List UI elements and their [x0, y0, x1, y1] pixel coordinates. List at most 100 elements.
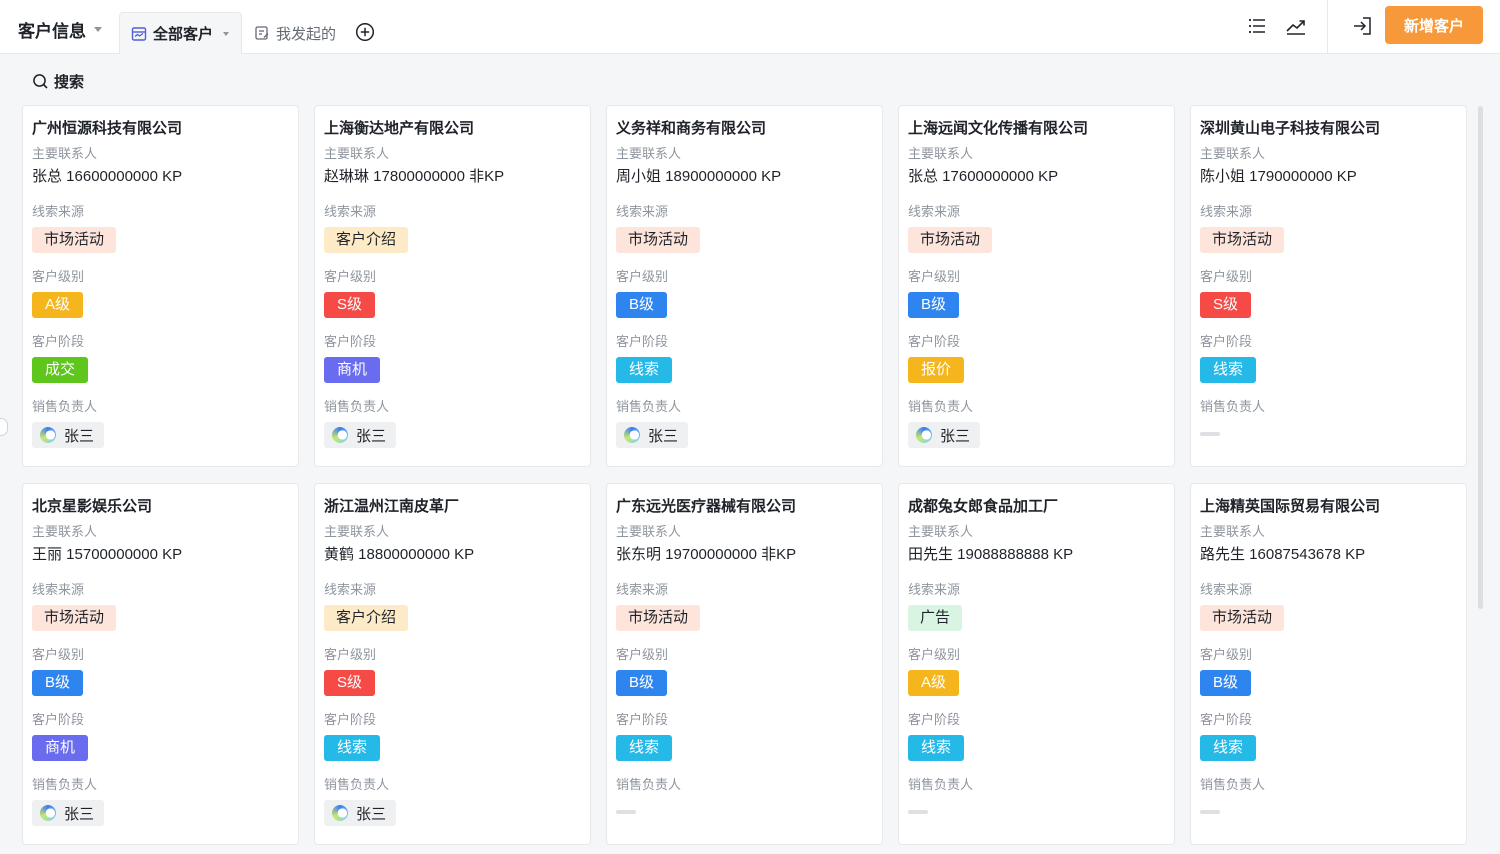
stage-tag: 线索 — [1200, 735, 1257, 761]
stage-label: 客户阶段 — [32, 712, 85, 727]
stage-tag: 成交 — [32, 357, 89, 383]
owner-chip[interactable]: 张三 — [616, 422, 689, 448]
source-tag: 市场活动 — [1200, 605, 1285, 631]
avatar — [332, 805, 348, 821]
level-label: 客户级别 — [1200, 647, 1253, 662]
customer-name: 北京星影娱乐公司 — [32, 498, 153, 515]
customer-card[interactable]: 北京星影娱乐公司 主要联系人 王丽 15700000000 KP 线索来源 市场… — [22, 483, 299, 845]
top-bar: 客户信息 全部客户 我发起的 新增客户 — [0, 0, 1500, 54]
contact-label: 主要联系人 — [908, 146, 974, 161]
contact-label: 主要联系人 — [616, 524, 682, 539]
level-tag: B级 — [616, 670, 668, 696]
customer-card[interactable]: 广东远光医疗器械有限公司 主要联系人 张东明 19700000000 非KP 线… — [606, 483, 883, 845]
owner-label: 销售负责人 — [908, 777, 974, 792]
stage-label: 客户阶段 — [908, 334, 961, 349]
customer-name: 深圳黄山电子科技有限公司 — [1200, 120, 1381, 137]
stage-label: 客户阶段 — [908, 712, 961, 727]
search-button[interactable]: 搜索 — [32, 71, 84, 92]
contact-value: 张总 16600000000 KP — [32, 168, 183, 185]
tab-label: 全部客户 — [153, 26, 214, 43]
stage-tag: 线索 — [616, 357, 673, 383]
contact-value: 路先生 16087543678 KP — [1200, 546, 1366, 563]
level-label: 客户级别 — [324, 269, 377, 284]
customer-card[interactable]: 义务祥和商务有限公司 主要联系人 周小姐 18900000000 KP 线索来源… — [606, 105, 883, 467]
contact-value: 陈小姐 1790000000 KP — [1200, 168, 1357, 185]
search-label: 搜索 — [54, 74, 85, 91]
source-tag: 市场活动 — [908, 227, 993, 253]
customer-name: 上海远闻文化传播有限公司 — [908, 120, 1089, 137]
source-tag: 客户介绍 — [324, 605, 409, 631]
level-label: 客户级别 — [324, 647, 377, 662]
owner-label: 销售负责人 — [616, 399, 682, 414]
empty-owner-placeholder — [616, 810, 636, 814]
contact-label: 主要联系人 — [908, 524, 974, 539]
customer-name: 上海精英国际贸易有限公司 — [1200, 498, 1381, 515]
app-title: 客户信息 — [18, 22, 86, 41]
export-icon[interactable] — [1350, 14, 1374, 38]
stage-label: 客户阶段 — [32, 334, 85, 349]
tab-initiated-by-me[interactable]: 我发起的 — [243, 12, 347, 54]
level-tag: S级 — [324, 292, 376, 318]
avatar — [916, 427, 932, 443]
level-label: 客户级别 — [908, 647, 961, 662]
owner-chip[interactable]: 张三 — [908, 422, 981, 448]
level-label: 客户级别 — [616, 647, 669, 662]
source-label: 线索来源 — [616, 204, 669, 219]
contact-value: 黄鹤 18800000000 KP — [324, 546, 475, 563]
owner-chip[interactable]: 张三 — [324, 422, 397, 448]
contact-value: 张总 17600000000 KP — [908, 168, 1059, 185]
contact-label: 主要联系人 — [324, 146, 390, 161]
avatar — [332, 427, 348, 443]
trend-chart-icon[interactable] — [1284, 14, 1308, 38]
owner-label: 销售负责人 — [32, 399, 98, 414]
customer-card[interactable]: 深圳黄山电子科技有限公司 主要联系人 陈小姐 1790000000 KP 线索来… — [1190, 105, 1467, 467]
customer-card[interactable]: 广州恒源科技有限公司 主要联系人 张总 16600000000 KP 线索来源 … — [22, 105, 299, 467]
list-view-icon[interactable] — [1245, 14, 1269, 38]
owner-name: 张三 — [64, 805, 95, 823]
app-title-dropdown[interactable]: 客户信息 — [18, 17, 102, 42]
stage-label: 客户阶段 — [1200, 712, 1253, 727]
level-tag: A级 — [32, 292, 84, 318]
level-tag: S级 — [324, 670, 376, 696]
source-label: 线索来源 — [1200, 204, 1253, 219]
contact-value: 周小姐 18900000000 KP — [616, 168, 782, 185]
scrollbar[interactable] — [1478, 106, 1483, 609]
owner-chip[interactable]: 张三 — [32, 800, 105, 826]
contact-label: 主要联系人 — [1200, 524, 1266, 539]
stage-label: 客户阶段 — [616, 334, 669, 349]
contact-label: 主要联系人 — [32, 146, 98, 161]
empty-owner-placeholder — [908, 810, 928, 814]
level-tag: S级 — [1200, 292, 1252, 318]
add-view-icon[interactable] — [355, 22, 375, 42]
chevron-down-icon — [94, 27, 102, 32]
owner-name: 张三 — [356, 805, 387, 823]
customer-name: 义务祥和商务有限公司 — [616, 120, 767, 137]
customer-name: 广东远光医疗器械有限公司 — [616, 498, 797, 515]
owner-name: 张三 — [940, 427, 971, 445]
level-label: 客户级别 — [1200, 269, 1253, 284]
avatar — [624, 427, 640, 443]
empty-owner-placeholder — [1200, 810, 1220, 814]
source-label: 线索来源 — [32, 204, 85, 219]
owner-chip[interactable]: 张三 — [324, 800, 397, 826]
owner-label: 销售负责人 — [1200, 399, 1266, 414]
customer-name: 成都兔女郎食品加工厂 — [908, 498, 1059, 515]
tab-all-customers[interactable]: 全部客户 — [119, 12, 242, 54]
customer-card[interactable]: 上海精英国际贸易有限公司 主要联系人 路先生 16087543678 KP 线索… — [1190, 483, 1467, 845]
contact-value: 王丽 15700000000 KP — [32, 546, 183, 563]
customer-card[interactable]: 成都兔女郎食品加工厂 主要联系人 田先生 19088888888 KP 线索来源… — [898, 483, 1175, 845]
owner-label: 销售负责人 — [324, 777, 390, 792]
customer-card[interactable]: 上海衡达地产有限公司 主要联系人 赵琳琳 17800000000 非KP 线索来… — [314, 105, 591, 467]
chevron-down-icon[interactable] — [223, 31, 230, 36]
source-label: 线索来源 — [908, 582, 961, 597]
level-tag: B级 — [32, 670, 84, 696]
add-customer-button[interactable]: 新增客户 — [1385, 6, 1483, 44]
customer-card[interactable]: 上海远闻文化传播有限公司 主要联系人 张总 17600000000 KP 线索来… — [898, 105, 1175, 467]
table-view-icon — [131, 26, 147, 41]
customer-card[interactable]: 浙江温州江南皮革厂 主要联系人 黄鹤 18800000000 KP 线索来源 客… — [314, 483, 591, 845]
sidebar-collapse-handle[interactable] — [0, 418, 8, 436]
source-label: 线索来源 — [1200, 582, 1253, 597]
stage-tag: 报价 — [908, 357, 965, 383]
owner-chip[interactable]: 张三 — [32, 422, 105, 448]
customer-card-grid: 广州恒源科技有限公司 主要联系人 张总 16600000000 KP 线索来源 … — [22, 105, 1468, 845]
